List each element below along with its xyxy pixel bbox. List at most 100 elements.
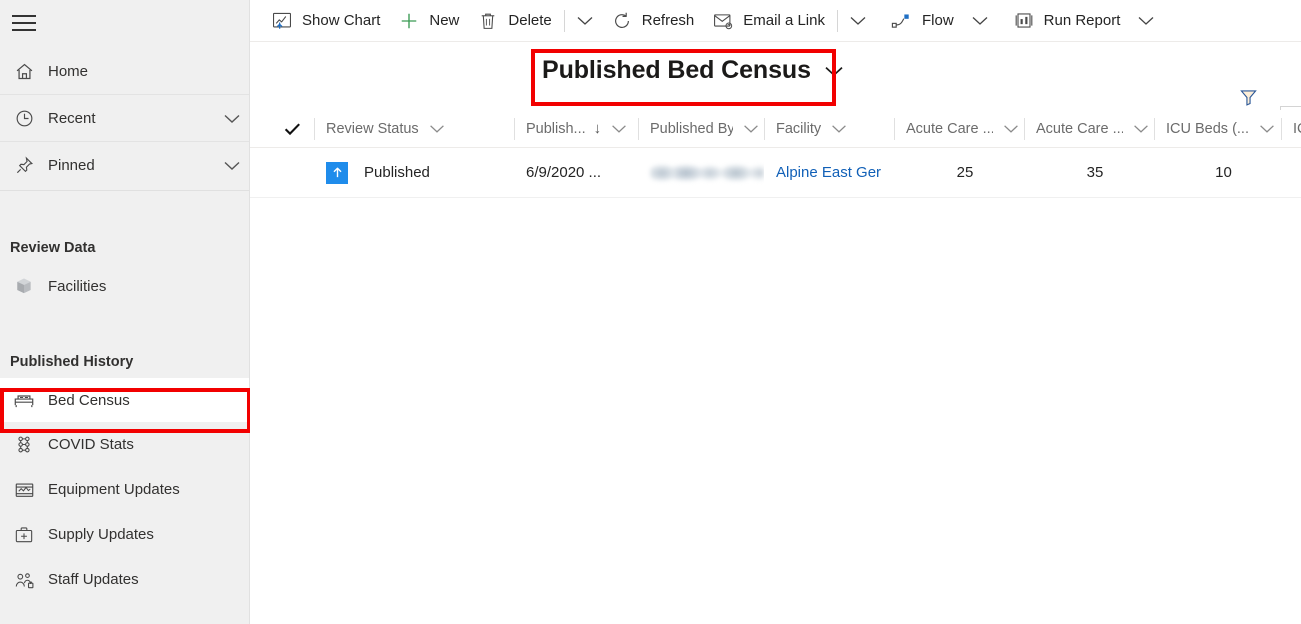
email-link-icon bbox=[712, 11, 734, 31]
sidebar-item-pinned[interactable]: Pinned bbox=[0, 142, 249, 188]
refresh-button[interactable]: Refresh bbox=[602, 1, 704, 41]
sidebar-item-label: Equipment Updates bbox=[48, 481, 180, 498]
hamburger-menu-icon[interactable] bbox=[10, 12, 38, 34]
column-label: Facility bbox=[776, 120, 822, 137]
hamburger-bar bbox=[12, 22, 36, 24]
command-label: Run Report bbox=[1043, 12, 1121, 29]
hamburger-bar bbox=[12, 29, 36, 31]
column-header-published-by[interactable]: Published By bbox=[638, 110, 764, 147]
medical-kit-icon bbox=[8, 523, 40, 547]
command-bar: Show Chart New Delete Refresh Email a Li… bbox=[250, 0, 1301, 42]
cell-value: 10 bbox=[1215, 164, 1232, 181]
column-label: Review Status bbox=[326, 120, 419, 137]
cell-value: Published bbox=[364, 164, 430, 181]
column-header-icu-beds-2[interactable]: ICU Bec bbox=[1281, 110, 1301, 147]
flow-chevron-down-icon[interactable] bbox=[963, 1, 997, 41]
sidebar-item-label: Pinned bbox=[48, 156, 95, 174]
trash-icon bbox=[477, 11, 499, 31]
clock-icon bbox=[8, 106, 40, 130]
sidebar-item-label: COVID Stats bbox=[48, 436, 134, 453]
refresh-icon bbox=[611, 11, 633, 31]
command-label: Email a Link bbox=[743, 12, 825, 29]
column-label: Acute Care ... bbox=[906, 120, 993, 137]
sidebar-group-published-history: Published History Bed Census COVID Stats… bbox=[0, 346, 249, 602]
report-icon bbox=[1013, 11, 1035, 31]
sidebar-item-covid-stats[interactable]: COVID Stats bbox=[0, 422, 249, 467]
column-header-published-on[interactable]: Publish... ↓ bbox=[514, 110, 638, 147]
bed-icon bbox=[8, 388, 40, 412]
cell-value: 25 bbox=[956, 164, 974, 181]
plus-icon bbox=[398, 11, 420, 31]
filter-funnel-icon[interactable] bbox=[1235, 84, 1261, 110]
cell-value: 35 bbox=[1086, 164, 1104, 181]
column-header-review-status[interactable]: Review Status bbox=[314, 110, 514, 147]
chevron-down-icon[interactable] bbox=[215, 112, 249, 125]
sidebar-group-header: Published History bbox=[10, 354, 134, 370]
show-chart-button[interactable]: Show Chart bbox=[262, 1, 389, 41]
chevron-down-icon[interactable] bbox=[610, 123, 628, 134]
cell-icu-beds-1: 10 bbox=[1154, 148, 1281, 197]
sidebar-item-supply-updates[interactable]: Supply Updates bbox=[0, 512, 249, 557]
command-label: New bbox=[429, 12, 460, 29]
redacted-value bbox=[650, 164, 764, 181]
chart-icon bbox=[271, 11, 293, 31]
app-root: Home Recent Pinned Review Data Facilitie… bbox=[0, 0, 1301, 624]
cube-icon bbox=[8, 274, 40, 298]
chevron-down-icon[interactable] bbox=[215, 159, 249, 172]
column-header-acute-care-2[interactable]: Acute Care ... bbox=[1024, 110, 1154, 147]
column-label: ICU Bec bbox=[1293, 120, 1301, 137]
command-separator bbox=[563, 9, 565, 32]
sidebar-item-home[interactable]: Home bbox=[0, 48, 249, 94]
run-report-chevron-down-icon[interactable] bbox=[1129, 1, 1163, 41]
sidebar-item-equipment-updates[interactable]: Equipment Updates bbox=[0, 467, 249, 512]
cell-facility[interactable]: Alpine East Ger bbox=[764, 148, 894, 197]
delete-overflow-chevron-down-icon[interactable] bbox=[568, 1, 602, 41]
chevron-down-icon[interactable] bbox=[830, 123, 848, 134]
view-selector[interactable]: Published Bed Census bbox=[542, 56, 845, 85]
sidebar-item-bed-census[interactable]: Bed Census bbox=[0, 378, 249, 422]
sidebar-group-review-data: Review Data Facilities bbox=[0, 232, 249, 308]
hamburger-bar bbox=[12, 15, 36, 17]
sidebar-primary-nav: Home Recent Pinned bbox=[0, 48, 249, 188]
cell-published-by bbox=[638, 148, 764, 197]
delete-button[interactable]: Delete bbox=[468, 1, 560, 41]
facility-link[interactable]: Alpine East Ger bbox=[776, 164, 881, 181]
published-up-arrow-icon bbox=[326, 161, 348, 184]
sidebar-item-label: Bed Census bbox=[48, 391, 130, 409]
column-header-acute-care-1[interactable]: Acute Care ... bbox=[894, 110, 1024, 147]
table-row[interactable]: Published 6/9/2020 ... Alpine East Ger 2… bbox=[250, 148, 1301, 198]
chevron-down-icon[interactable] bbox=[1258, 123, 1276, 134]
chevron-down-icon[interactable] bbox=[742, 123, 760, 134]
chevron-down-icon[interactable] bbox=[428, 123, 446, 134]
chevron-down-icon[interactable] bbox=[1002, 123, 1020, 134]
cell-value: 6/9/2020 ... bbox=[526, 164, 602, 181]
column-label: Publish... bbox=[526, 120, 586, 137]
cell-acute-care-2: 35 bbox=[1024, 148, 1154, 197]
sidebar-item-recent[interactable]: Recent bbox=[0, 95, 249, 141]
new-button[interactable]: New bbox=[389, 1, 468, 41]
monitor-chart-icon bbox=[8, 478, 40, 502]
cell-acute-care-1: 25 bbox=[894, 148, 1024, 197]
column-header-facility[interactable]: Facility bbox=[764, 110, 894, 147]
command-label: Refresh bbox=[641, 12, 695, 29]
run-report-button[interactable]: Run Report bbox=[997, 1, 1130, 41]
sidebar-item-label: Home bbox=[48, 62, 89, 80]
row-select-cell[interactable] bbox=[270, 148, 314, 197]
email-a-link-button[interactable]: Email a Link bbox=[703, 1, 834, 41]
flow-button[interactable]: Flow bbox=[875, 1, 963, 41]
column-header-icu-beds-1[interactable]: ICU Beds (... bbox=[1154, 110, 1281, 147]
sidebar-item-label: Supply Updates bbox=[48, 526, 154, 543]
sidebar-section-divider bbox=[0, 190, 249, 191]
data-grid: Review Status Publish... ↓ Published By bbox=[250, 110, 1301, 198]
chevron-down-icon[interactable] bbox=[1132, 123, 1150, 134]
select-all-checkmark-icon[interactable] bbox=[270, 110, 314, 147]
sidebar-item-facilities[interactable]: Facilities bbox=[0, 264, 249, 308]
page-title: Published Bed Census bbox=[542, 56, 811, 84]
cell-icu-beds-2 bbox=[1281, 148, 1301, 197]
sidebar-group-header: Review Data bbox=[10, 240, 96, 256]
sidebar-item-label: Staff Updates bbox=[48, 571, 139, 588]
chevron-down-icon[interactable] bbox=[823, 64, 845, 78]
email-overflow-chevron-down-icon[interactable] bbox=[841, 1, 875, 41]
sidebar-item-staff-updates[interactable]: Staff Updates bbox=[0, 557, 249, 602]
command-label: Delete bbox=[508, 12, 552, 29]
